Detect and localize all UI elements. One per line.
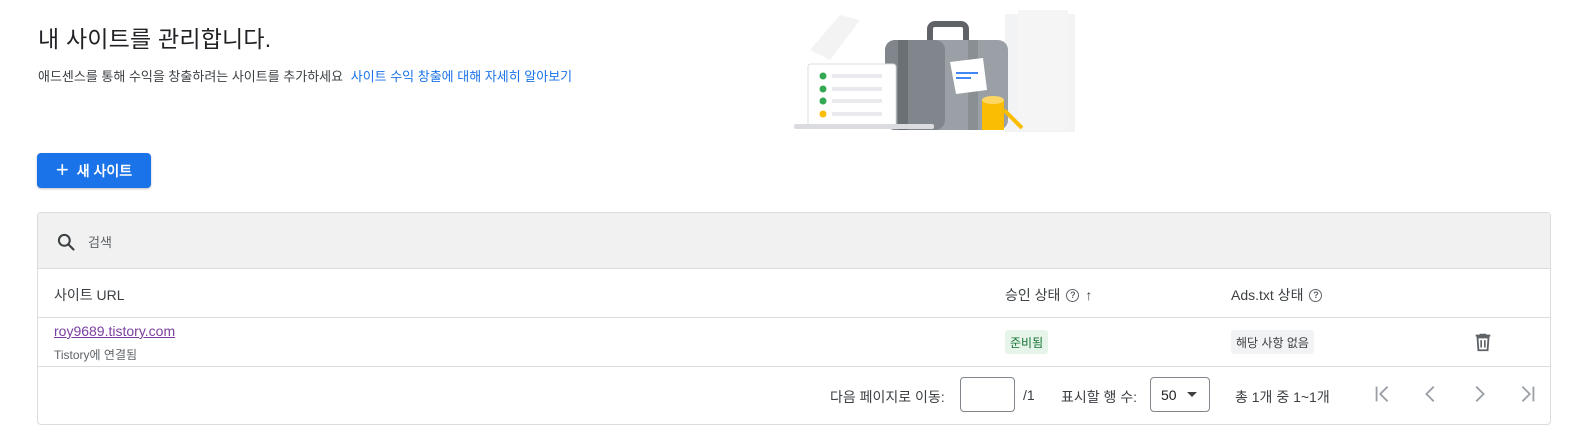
help-icon[interactable]: ? [1309, 288, 1323, 302]
column-approval-status-label: 승인 상태 [1005, 287, 1061, 303]
column-ads-txt-status-label: Ads.txt 상태 [1231, 287, 1304, 303]
subtitle-text: 애드센스를 통해 수익을 창출하려는 사이트를 추가하세요 [38, 69, 344, 84]
column-site-url[interactable]: 사이트 URL [54, 285, 125, 305]
page-range-text: 총 1개 중 1~1개 [1235, 389, 1330, 405]
goto-page-label: 다음 페이지로 이동: [830, 389, 945, 405]
briefcase-illustration [794, 10, 1075, 132]
page-number-input[interactable] [960, 377, 1015, 412]
new-site-label: 새 사이트 [76, 162, 133, 179]
next-page-icon[interactable] [1468, 383, 1490, 405]
sort-up-icon[interactable]: ↑ [1085, 287, 1092, 303]
search-icon [57, 233, 75, 251]
pagination-bar: 다음 페이지로 이동: /1 표시할 행 수: 50 총 1개 중 1~1개 [38, 367, 1550, 424]
sites-table-card: 사이트 URL 승인 상태 ? ↑ Ads.txt 상태 ? roy9689.t… [37, 212, 1551, 425]
rows-per-page-select[interactable]: 50 [1150, 377, 1210, 412]
search-input[interactable] [86, 230, 490, 254]
rows-per-page-value: 50 [1161, 386, 1177, 403]
site-connection-text: Tistory에 연결됨 [54, 348, 138, 362]
prev-page-icon[interactable] [1420, 383, 1442, 405]
search-bar [38, 213, 1550, 269]
last-page-icon[interactable] [1516, 383, 1538, 405]
trash-icon[interactable] [1472, 331, 1494, 353]
caret-down-icon [1186, 392, 1197, 397]
column-ads-txt-status[interactable]: Ads.txt 상태 ? [1231, 285, 1323, 305]
page-subtitle: 애드센스를 통해 수익을 창출하려는 사이트를 추가하세요 사이트 수익 창출에… [38, 66, 572, 85]
approval-status-badge: 준비됨 [1005, 330, 1049, 354]
total-pages-text: /1 [1023, 387, 1035, 403]
page-title: 내 사이트를 관리합니다. [38, 26, 272, 52]
table-row: roy9689.tistory.com Tistory에 연결됨 준비됨 해당 … [38, 318, 1550, 367]
rows-per-page-label: 표시할 행 수: [1061, 389, 1138, 405]
new-site-button[interactable]: + 새 사이트 [37, 153, 151, 188]
table-header: 사이트 URL 승인 상태 ? ↑ Ads.txt 상태 ? [38, 269, 1550, 318]
ads-txt-status-badge: 해당 사항 없음 [1231, 330, 1314, 354]
plus-icon: + [55, 156, 69, 182]
site-url-link[interactable]: roy9689.tistory.com [54, 323, 175, 339]
learn-more-link[interactable]: 사이트 수익 창출에 대해 자세히 알아보기 [351, 69, 572, 84]
column-site-url-label: 사이트 URL [54, 287, 125, 303]
help-icon[interactable]: ? [1066, 288, 1080, 302]
first-page-icon[interactable] [1372, 383, 1394, 405]
column-approval-status[interactable]: 승인 상태 ? ↑ [1005, 285, 1092, 305]
